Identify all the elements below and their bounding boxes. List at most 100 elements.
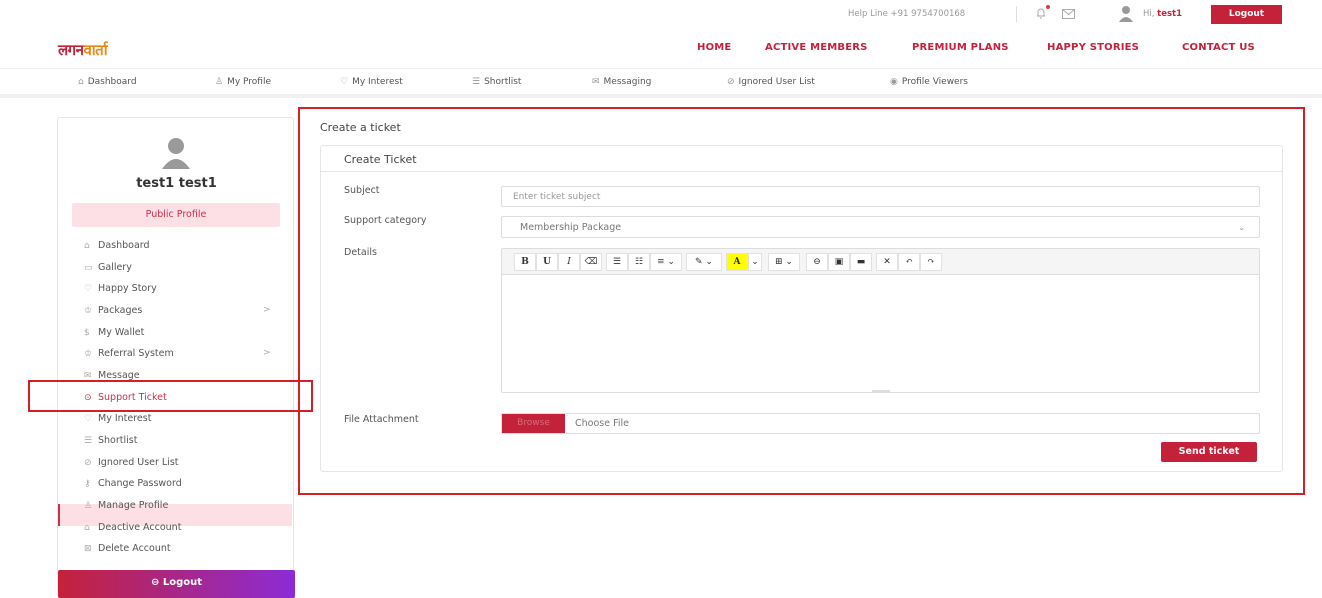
sidebar-item-change-password[interactable]: ⚷ Change Password	[84, 478, 182, 489]
sidebar-item-delete-account[interactable]: ⊠ Delete Account	[84, 543, 171, 554]
subnav-messaging[interactable]: ✉ Messaging	[592, 77, 651, 87]
send-ticket-button[interactable]: Send ticket	[1161, 442, 1257, 462]
nav-home[interactable]: HOME	[697, 42, 731, 53]
table-dropdown[interactable]: ⊞ ⌄	[768, 253, 800, 271]
style-dropdown[interactable]: ✎ ⌄	[686, 253, 722, 271]
mail-icon[interactable]	[1062, 9, 1075, 19]
nav-active-members[interactable]: ACTIVE MEMBERS	[765, 42, 868, 53]
page-title: Create a ticket	[320, 121, 401, 134]
image-button[interactable]: ▣	[828, 253, 850, 271]
sidebar-item-happy-story[interactable]: ♡ Happy Story	[84, 283, 157, 294]
heart-icon: ♡	[84, 284, 93, 294]
nav-contact-us[interactable]: CONTACT US	[1182, 42, 1255, 53]
support-category-select[interactable]: Membership Package ⌄	[501, 216, 1260, 238]
chevron-down-icon: ⌄	[1238, 223, 1245, 232]
profile-name: test1 test1	[136, 176, 217, 191]
sidebar: test1 test1 Public Profile ⌂ Dashboard ▭ G…	[57, 117, 295, 598]
underline-button[interactable]: U	[536, 253, 558, 271]
sidebar-item-shortlist[interactable]: ☰ Shortlist	[84, 435, 137, 446]
user-icon: ♙	[215, 77, 224, 87]
unordered-list-button[interactable]: ☰	[606, 253, 628, 271]
crown-icon: ♔	[84, 349, 93, 359]
subnav-ignored-user-list[interactable]: ⊘ Ignored User List	[727, 77, 815, 87]
font-color-button[interactable]: A	[726, 253, 748, 271]
subnav-profile-viewers[interactable]: ◉ Profile Viewers	[890, 77, 968, 87]
file-attachment-label: File Attachment	[344, 414, 419, 425]
mail-icon: ✉	[592, 77, 600, 87]
avatar-icon	[162, 138, 190, 169]
user-icon: ♙	[84, 501, 93, 511]
color-dropdown[interactable]: ⌄	[748, 253, 762, 271]
sidebar-item-gallery[interactable]: ▭ Gallery	[84, 262, 132, 273]
logo[interactable]: लगनवार्ता	[58, 40, 108, 60]
file-attachment-input[interactable]: Browse Choose File	[501, 413, 1260, 434]
list-icon: ☰	[472, 77, 481, 87]
subnav-dashboard[interactable]: ⌂ Dashboard	[78, 77, 137, 87]
clear-format-button[interactable]: ⌫	[580, 253, 602, 271]
ticket-form-card: Create Ticket Subject Enter ticket subje…	[320, 145, 1283, 472]
home-icon: ⌂	[78, 77, 84, 87]
undo-button[interactable]: ↶	[898, 253, 920, 271]
sidebar-item-referral-system[interactable]: ♔ Referral System	[84, 348, 174, 359]
card-title: Create Ticket	[344, 153, 417, 166]
resize-handle[interactable]	[872, 390, 890, 392]
image-icon: ▭	[84, 263, 93, 273]
sidebar-item-manage-profile[interactable]: ♙ Manage Profile	[84, 500, 168, 511]
sidebar-item-packages[interactable]: ♔ Packages	[84, 305, 142, 316]
helpline-text: Help Line +91 9754700168	[848, 9, 966, 19]
sidebar-item-deactive-account[interactable]: ⌂ Deactive Account	[84, 522, 181, 533]
user-avatar-icon[interactable]	[1117, 4, 1135, 22]
italic-button[interactable]: I	[558, 253, 580, 271]
list-icon: ☰	[84, 436, 93, 446]
browse-button[interactable]: Browse	[502, 414, 565, 433]
chevron-right-icon: >	[263, 305, 271, 315]
details-label: Details	[344, 247, 377, 258]
sidebar-item-ignored-user-list[interactable]: ⊘ Ignored User List	[84, 457, 179, 468]
key-icon: ⚷	[84, 479, 91, 489]
redo-button[interactable]: ↷	[920, 253, 942, 271]
sidebar-logout-button[interactable]: ⊖ Logout	[58, 570, 295, 598]
subnav-shortlist[interactable]: ☰ Shortlist	[472, 77, 521, 87]
public-profile-button[interactable]: Public Profile	[72, 203, 280, 227]
link-button[interactable]: ⊖	[806, 253, 828, 271]
nav-happy-stories[interactable]: HAPPY STORIES	[1047, 42, 1139, 53]
home-icon: ⌂	[84, 241, 90, 251]
choose-file-text: Choose File	[575, 418, 629, 429]
support-category-label: Support category	[344, 215, 427, 226]
top-bar: Help Line +91 9754700168 Hi, test1 Logou…	[0, 0, 1322, 30]
details-editor[interactable]: B U I ⌫ ☰ ☷ ≡ ⌄ ✎ ⌄ A ⌄ ⊞ ⌄ ⊖ ▣ ▬ ✕ ↶ ↷	[501, 248, 1260, 393]
subnav-my-interest[interactable]: ♡ My Interest	[340, 77, 403, 87]
main-navbar: लगनवार्ता HOME ACTIVE MEMBERS PREMIUM PL…	[0, 30, 1322, 66]
nav-premium-plans[interactable]: PREMIUM PLANS	[912, 42, 1009, 53]
fullscreen-button[interactable]: ✕	[876, 253, 898, 271]
crown-icon: ♔	[84, 306, 93, 316]
lock-icon: ⌂	[84, 523, 90, 533]
notification-dot	[1046, 5, 1050, 9]
subject-input[interactable]: Enter ticket subject	[501, 186, 1260, 207]
video-button[interactable]: ▬	[850, 253, 872, 271]
divider	[1016, 6, 1017, 22]
sidebar-item-my-interest[interactable]: ♡ My Interest	[84, 413, 151, 424]
sidebar-item-my-wallet[interactable]: $ My Wallet	[84, 327, 144, 338]
support-category-value: Membership Package	[520, 222, 622, 233]
subject-label: Subject	[344, 185, 380, 196]
highlight-box-support-ticket	[28, 380, 313, 412]
greeting: Hi, test1	[1143, 9, 1183, 19]
editor-toolbar: B U I ⌫ ☰ ☷ ≡ ⌄ ✎ ⌄ A ⌄ ⊞ ⌄ ⊖ ▣ ▬ ✕ ↶ ↷	[502, 249, 1259, 275]
chevron-right-icon: >	[263, 348, 271, 358]
heart-icon: ♡	[340, 77, 349, 87]
block-icon: ⊘	[727, 77, 735, 87]
card-header: Create Ticket	[321, 146, 1282, 172]
bold-button[interactable]: B	[514, 253, 536, 271]
logout-button[interactable]: Logout	[1211, 5, 1282, 24]
sidebar-item-dashboard[interactable]: ⌂ Dashboard	[84, 240, 150, 251]
heart-icon: ♡	[84, 414, 93, 424]
align-dropdown[interactable]: ≡ ⌄	[650, 253, 682, 271]
username: test1	[1157, 9, 1183, 19]
subject-placeholder: Enter ticket subject	[513, 192, 601, 202]
eye-icon: ◉	[890, 77, 898, 87]
subnav-my-profile[interactable]: ♙ My Profile	[215, 77, 271, 87]
dollar-icon: $	[84, 328, 90, 338]
block-icon: ⊘	[84, 458, 92, 468]
ordered-list-button[interactable]: ☷	[628, 253, 650, 271]
